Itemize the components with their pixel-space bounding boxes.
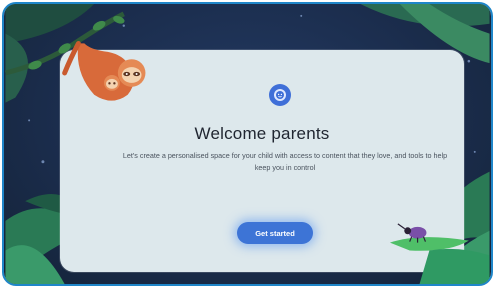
- welcome-card: Welcome parents Let's create a personali…: [60, 50, 464, 272]
- star-dot: [473, 150, 476, 153]
- star-dot: [467, 59, 471, 63]
- device-frame: Welcome parents Let's create a personali…: [2, 2, 493, 286]
- onboarding-screen: Welcome parents Let's create a personali…: [4, 4, 491, 284]
- kid-face-icon: [269, 84, 291, 106]
- star-dot: [28, 119, 31, 122]
- get-started-button[interactable]: Get started: [237, 222, 313, 244]
- star-dot: [300, 14, 303, 17]
- page-title: Welcome parents: [194, 124, 330, 143]
- welcome-description: Let's create a personalised space for yo…: [122, 151, 448, 172]
- star-dot: [41, 160, 45, 164]
- star-dot: [122, 24, 125, 27]
